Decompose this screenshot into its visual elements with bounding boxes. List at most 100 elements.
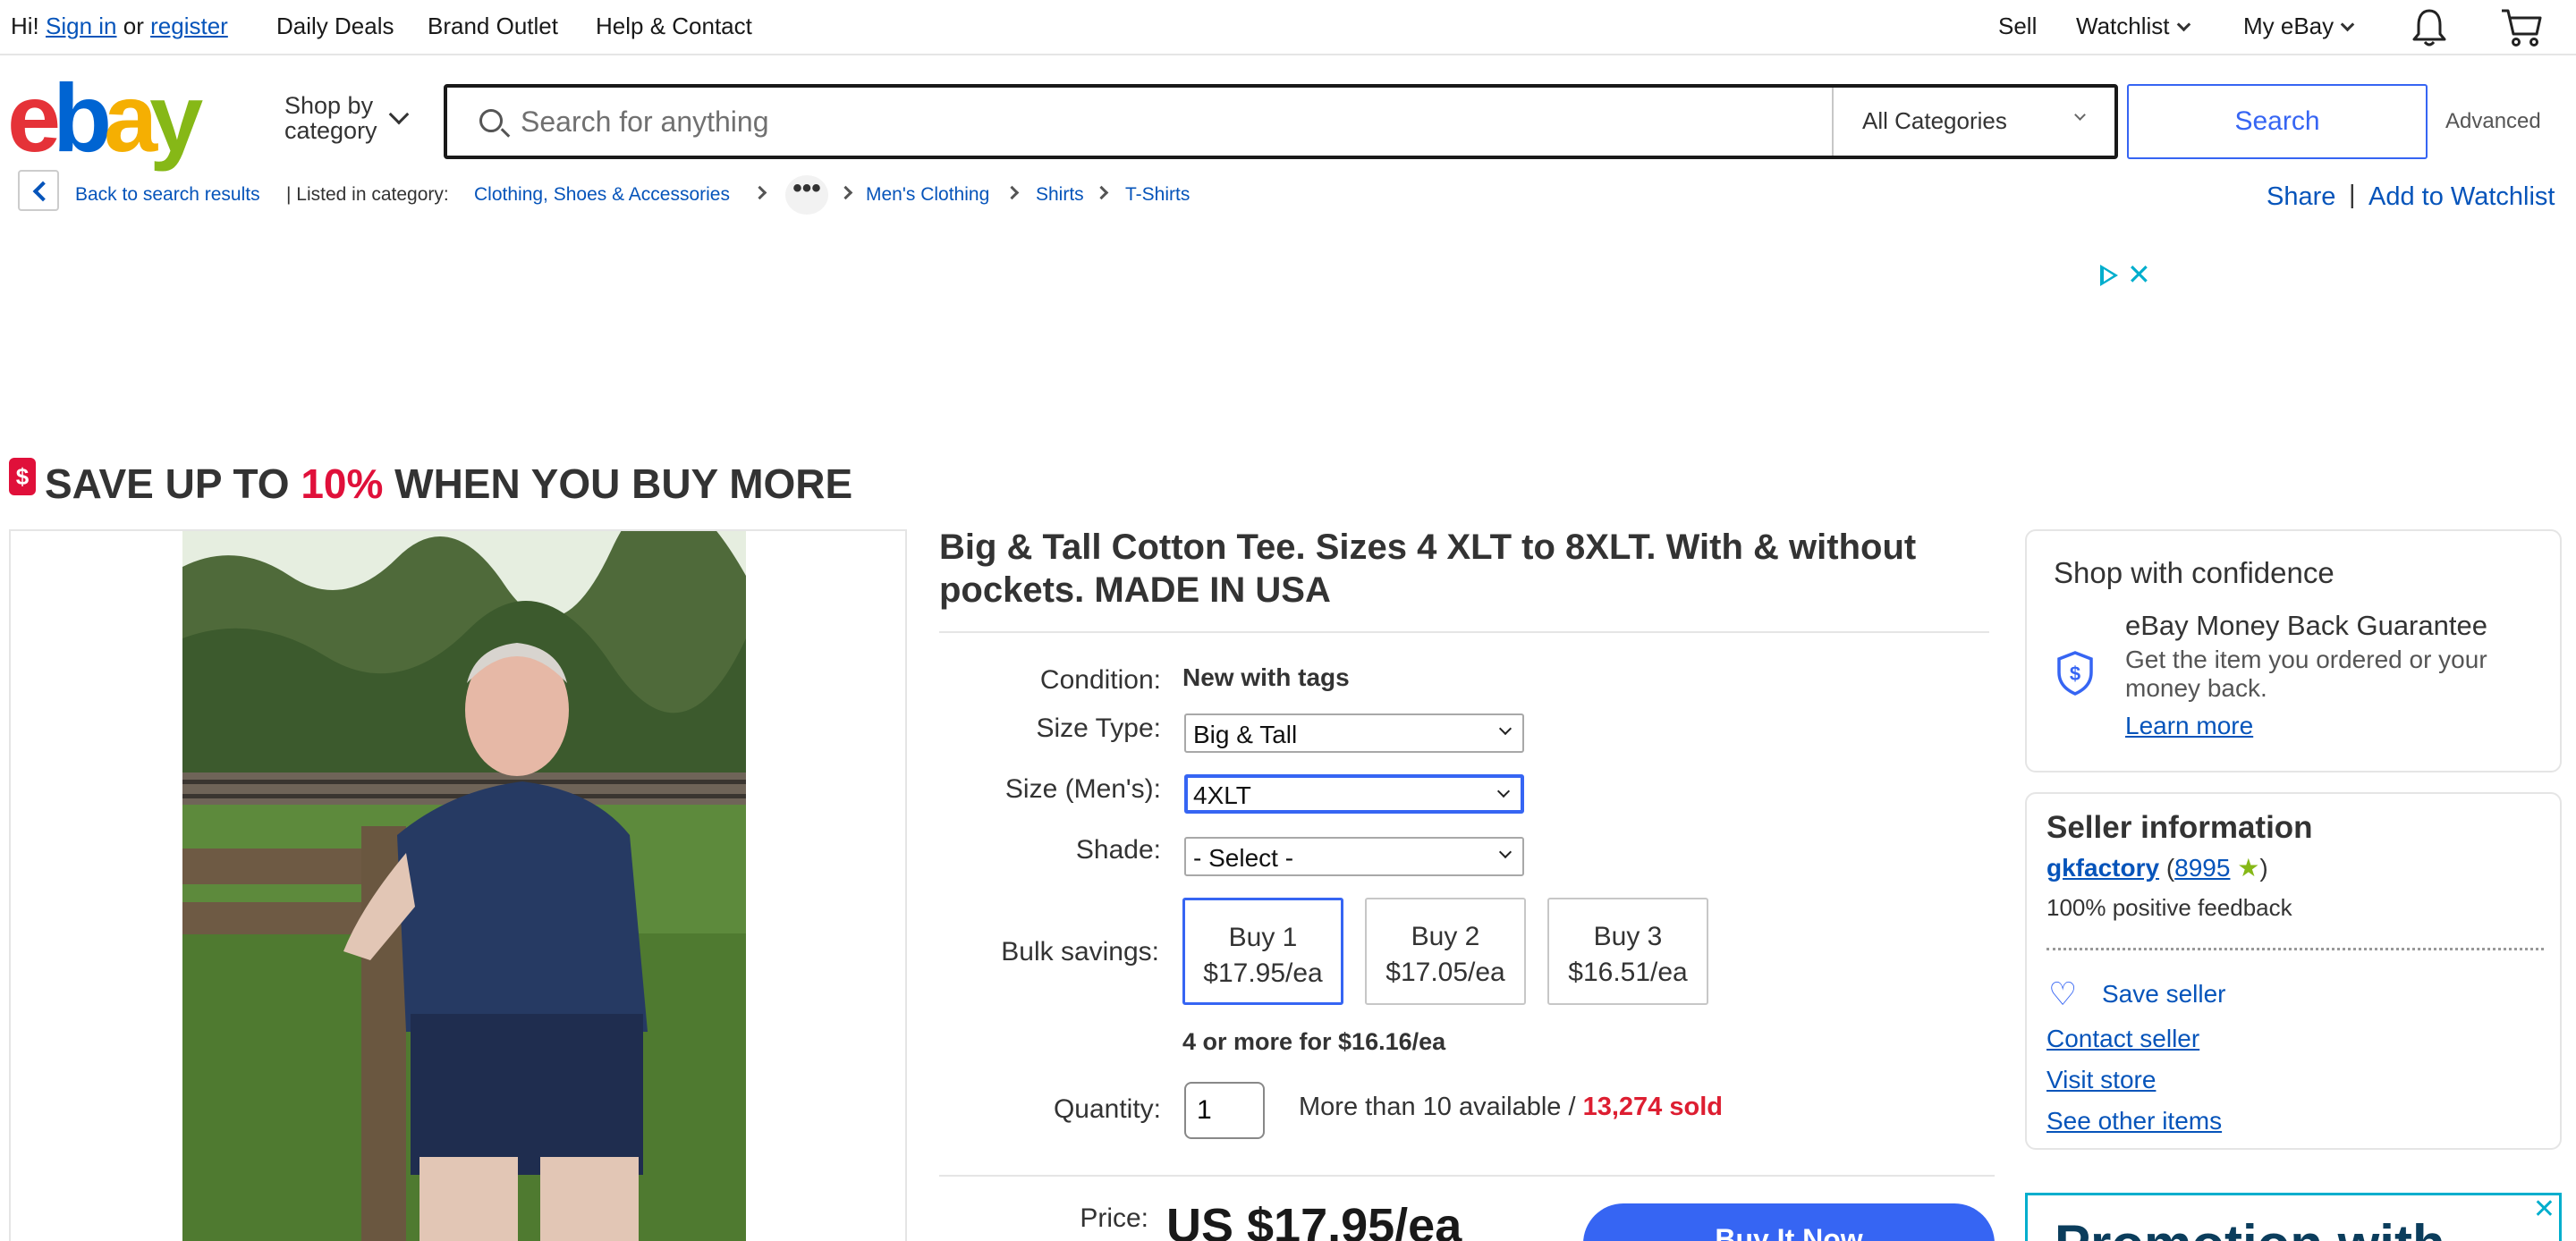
category-label: category — [284, 117, 377, 144]
panel-title: Shop with confidence — [2054, 556, 2334, 589]
breadcrumb-item-clothing[interactable]: Clothing, Shoes & Accessories — [474, 184, 730, 206]
breadcrumb-item-mens-clothing[interactable]: Men's Clothing — [866, 184, 989, 206]
logo-letter-b: b — [53, 63, 112, 172]
bell-icon[interactable] — [2410, 7, 2449, 48]
size-select[interactable]: 4XLT — [1184, 774, 1524, 814]
sidebar-ad[interactable]: Promotion with ✕ — [2025, 1193, 2562, 1241]
chevron-down-icon — [2340, 17, 2355, 32]
item-price: US $17.95/ea — [1166, 1199, 1462, 1241]
guarantee-title: eBay Money Back Guarantee — [2125, 610, 2487, 641]
add-to-watchlist-link[interactable]: Add to Watchlist — [2368, 182, 2555, 212]
my-ebay-menu[interactable]: My eBay — [2243, 13, 2355, 40]
price-label: Price: — [1080, 1203, 1148, 1233]
category-select[interactable]: All Categories — [1832, 88, 2118, 156]
feedback-score-link[interactable]: 8995 — [2174, 854, 2230, 882]
ebay-logo[interactable]: ebay — [7, 70, 203, 166]
bulk-option-qty: Buy 3 — [1593, 922, 1663, 951]
seller-name-row: gkfactory (8995 ★) — [2046, 854, 2268, 882]
bulk-option-buy-2[interactable]: Buy 2 $17.05/ea — [1365, 898, 1526, 1005]
shop-by-category-button[interactable]: Shop by category — [284, 93, 377, 143]
advanced-search-link[interactable]: Advanced — [2445, 109, 2541, 134]
sign-in-link[interactable]: Sign in — [46, 13, 117, 39]
condition-label: Condition: — [1039, 665, 1161, 695]
shop-by-label: Shop by — [284, 92, 374, 119]
chevron-right-icon — [838, 185, 853, 200]
shop-with-confidence-panel: Shop with confidence $ eBay Money Back G… — [2025, 529, 2562, 772]
shade-select[interactable]: - Select - — [1184, 837, 1524, 876]
sold-count: 13,274 sold — [1582, 1093, 1723, 1121]
listed-in-label: | Listed in category: — [286, 184, 449, 205]
seller-name-link[interactable]: gkfactory — [2046, 854, 2159, 882]
cart-icon[interactable] — [2499, 5, 2544, 48]
divider — [939, 631, 1989, 633]
promo-text-end: WHEN YOU BUY MORE — [383, 460, 853, 507]
divider — [939, 1175, 1995, 1177]
brand-outlet-link[interactable]: Brand Outlet — [428, 13, 558, 40]
availability-count: More than 10 available / — [1299, 1093, 1583, 1121]
chevron-right-icon — [1004, 185, 1020, 200]
bulk-option-price: $17.05/ea — [1385, 958, 1505, 987]
logo-letter-e: e — [7, 63, 61, 172]
register-link[interactable]: register — [150, 13, 228, 39]
bulk-option-price: $17.95/ea — [1203, 958, 1323, 988]
bulk-savings-label: Bulk savings: — [1001, 937, 1159, 967]
size-type-select-value: Big & Tall — [1193, 721, 1298, 748]
chevron-down-icon — [2074, 109, 2086, 121]
learn-more-link[interactable]: Learn more — [2125, 712, 2253, 740]
watchlist-label: Watchlist — [2076, 13, 2170, 39]
help-contact-link[interactable]: Help & Contact — [596, 13, 752, 40]
breadcrumb-more-button[interactable]: ••• — [785, 175, 828, 215]
panel-title: Seller information — [2046, 810, 2313, 845]
condition-value: New with tags — [1182, 663, 1350, 691]
size-type-label: Size Type: — [1036, 713, 1161, 743]
chevron-down-icon — [1498, 845, 1513, 859]
watchlist-menu[interactable]: Watchlist — [2076, 13, 2190, 40]
item-title: Big & Tall Cotton Tee. Sizes 4 XLT to 8X… — [939, 528, 1917, 610]
shade-select-value: - Select - — [1193, 844, 1294, 872]
bulk-option-qty: Buy 2 — [1411, 922, 1480, 951]
contact-seller-link[interactable]: Contact seller — [2046, 1025, 2199, 1053]
bulk-option-buy-1[interactable]: Buy 1 $17.95/ea — [1182, 898, 1343, 1005]
bulk-option-buy-3[interactable]: Buy 3 $16.51/ea — [1547, 898, 1708, 1005]
daily-deals-link[interactable]: Daily Deals — [276, 13, 394, 40]
promo-banner: SAVE UP TO 10% WHEN YOU BUY MORE — [45, 460, 852, 508]
logo-letter-y: y — [149, 63, 203, 172]
seller-information-panel: Seller information gkfactory (8995 ★) 10… — [2025, 792, 2562, 1150]
product-photo — [182, 531, 746, 1241]
heart-icon[interactable]: ♡ — [2048, 978, 2077, 1010]
breadcrumb-item-shirts[interactable]: Shirts — [1036, 184, 1084, 206]
adchoices-icon[interactable] — [2100, 265, 2118, 286]
category-select-value: All Categories — [1862, 107, 2007, 134]
save-seller-link[interactable]: Save seller — [2102, 980, 2226, 1009]
chevron-right-icon — [752, 185, 767, 200]
search-button[interactable]: Search — [2127, 84, 2428, 159]
logo-letter-a: a — [104, 63, 157, 172]
search-icon — [479, 109, 503, 132]
chevron-down-icon — [1496, 784, 1511, 798]
share-link[interactable]: Share — [2267, 182, 2335, 212]
size-type-select[interactable]: Big & Tall — [1184, 713, 1524, 753]
greeting-text: Hi! — [11, 13, 39, 39]
ad-close-icon[interactable]: ✕ — [2127, 257, 2151, 291]
ad-text: Promotion with — [2055, 1213, 2445, 1241]
search-input[interactable] — [521, 95, 1809, 148]
back-to-search-link[interactable]: Back to search results — [75, 184, 260, 206]
see-other-items-link[interactable]: See other items — [2046, 1107, 2222, 1135]
buy-it-now-button[interactable]: Buy It Now — [1583, 1203, 1995, 1241]
star-icon: ★ — [2237, 854, 2260, 882]
promo-percent: 10% — [301, 460, 384, 507]
svg-text:$: $ — [2070, 663, 2080, 685]
sell-link[interactable]: Sell — [1998, 13, 2037, 40]
quantity-input[interactable] — [1184, 1082, 1265, 1139]
chevron-down-icon — [2176, 17, 2190, 32]
divider: | — [2349, 181, 2356, 209]
availability-text: More than 10 available / 13,274 sold — [1299, 1093, 1723, 1122]
product-image-viewer[interactable] — [9, 529, 907, 1241]
breadcrumb-item-t-shirts[interactable]: T-Shirts — [1125, 184, 1190, 206]
back-arrow-icon[interactable] — [18, 170, 59, 211]
size-select-value: 4XLT — [1193, 781, 1251, 809]
visit-store-link[interactable]: Visit store — [2046, 1066, 2156, 1094]
promo-text-start: SAVE UP TO — [45, 460, 301, 507]
shield-icon: $ — [2057, 651, 2093, 696]
ad-close-icon[interactable]: ✕ — [2533, 1195, 2555, 1225]
